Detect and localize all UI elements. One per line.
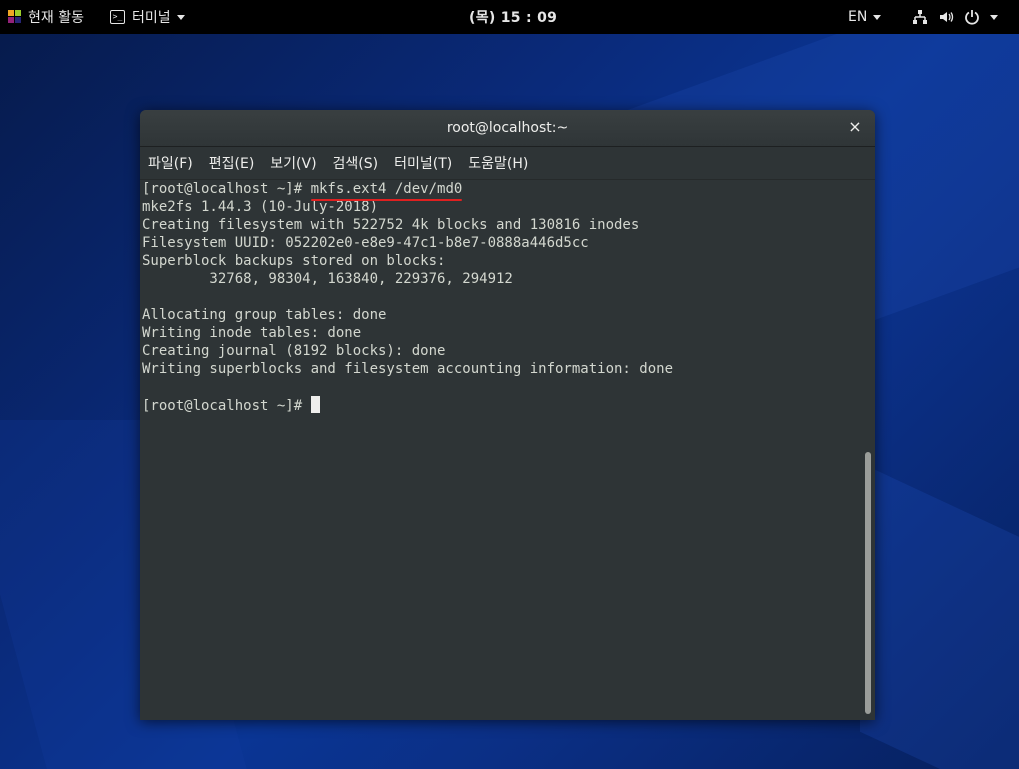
menu-file[interactable]: 파일(F) xyxy=(148,153,193,173)
prompt: [root@localhost ~]# xyxy=(142,181,311,197)
menu-search[interactable]: 검색(S) xyxy=(333,153,379,173)
output-line: mke2fs 1.44.3 (10-July-2018) xyxy=(142,199,379,215)
command-string: mkfs.ext4 /dev/md0 xyxy=(310,181,463,197)
wallpaper-shape xyxy=(860,462,1019,769)
output-line: Writing superblocks and filesystem accou… xyxy=(142,361,674,377)
command-line: [root@localhost ~]# mkfs.ext4 /dev/md0 xyxy=(142,180,862,201)
terminal-window: root@localhost:~ × 파일(F) 편집(E) 보기(V) 검색(… xyxy=(140,110,875,720)
language-selector[interactable]: EN xyxy=(848,0,882,34)
power-icon xyxy=(964,9,980,25)
terminal-screen[interactable]: [root@localhost ~]# mkfs.ext4 /dev/md0 m… xyxy=(140,180,862,720)
output-line: 32768, 98304, 163840, 229376, 294912 xyxy=(142,271,513,287)
output-line: Creating journal (8192 blocks): done xyxy=(142,343,446,359)
menu-terminal[interactable]: 터미널(T) xyxy=(394,153,452,173)
output-line: Creating filesystem with 522752 4k block… xyxy=(142,217,640,233)
terminal-icon: >_ xyxy=(110,10,125,24)
menu-help[interactable]: 도움말(H) xyxy=(468,153,528,173)
command-text: mkfs.ext4 /dev/md0 xyxy=(310,181,463,201)
red-underline-annotation xyxy=(310,199,463,201)
centos-logo-icon xyxy=(8,10,22,24)
output-line: Superblock backups stored on blocks: xyxy=(142,253,446,269)
menu-edit[interactable]: 편집(E) xyxy=(209,153,255,173)
activities-label: 현재 활동 xyxy=(28,10,84,26)
chevron-down-icon xyxy=(873,14,882,20)
chevron-down-icon xyxy=(990,14,998,20)
chevron-down-icon xyxy=(176,14,185,20)
network-icon xyxy=(912,9,928,25)
language-label: EN xyxy=(848,9,868,25)
output-line: Allocating group tables: done xyxy=(142,307,387,323)
activities-button[interactable]: 현재 활동 xyxy=(8,0,84,34)
text-cursor xyxy=(310,396,320,413)
window-titlebar[interactable]: root@localhost:~ × xyxy=(140,110,875,147)
scrollbar[interactable] xyxy=(862,180,875,720)
menu-bar: 파일(F) 편집(E) 보기(V) 검색(S) 터미널(T) 도움말(H) xyxy=(140,147,875,180)
menu-view[interactable]: 보기(V) xyxy=(270,153,316,173)
desktop-background: 현재 활동 >_ 터미널 (목) 15 : 09 EN root@localho… xyxy=(0,0,1019,769)
scrollbar-thumb[interactable] xyxy=(865,452,871,714)
current-prompt-line: [root@localhost ~]# xyxy=(142,396,862,414)
system-menu[interactable] xyxy=(912,0,998,34)
volume-icon xyxy=(938,9,954,25)
app-menu-label: 터미널 xyxy=(132,10,171,26)
clock[interactable]: (목) 15 : 09 xyxy=(469,0,557,34)
output-line: Writing inode tables: done xyxy=(142,325,362,341)
output-line: Filesystem UUID: 052202e0-e8e9-47c1-b8e7… xyxy=(142,235,589,251)
window-title: root@localhost:~ xyxy=(446,120,569,136)
close-button[interactable]: × xyxy=(847,119,863,135)
prompt: [root@localhost ~]# xyxy=(142,398,311,414)
app-menu-button[interactable]: >_ 터미널 xyxy=(110,0,185,34)
top-bar: 현재 활동 >_ 터미널 (목) 15 : 09 EN xyxy=(0,0,1019,34)
